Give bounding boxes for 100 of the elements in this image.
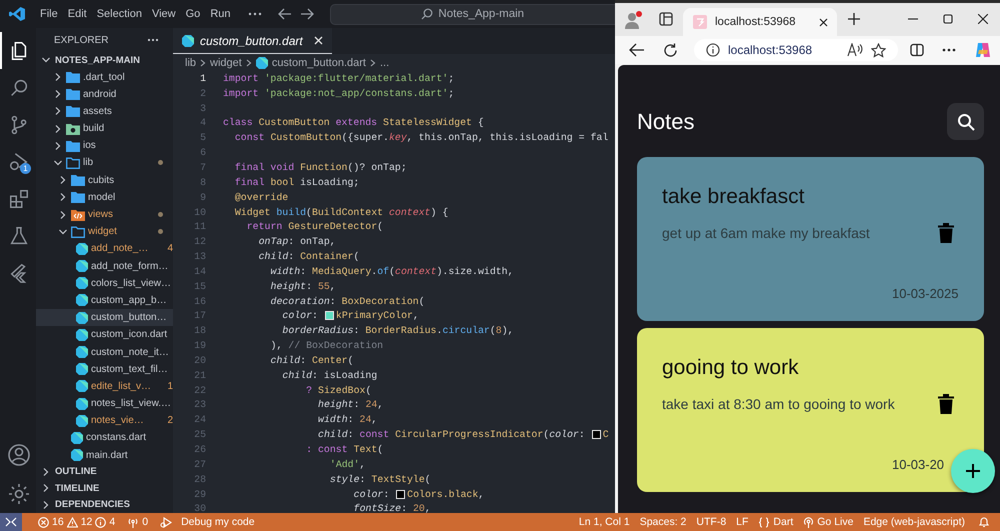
forward-arrow-icon[interactable]	[300, 8, 314, 20]
line-number: 5	[199, 132, 206, 144]
dart-file-icon	[182, 34, 194, 46]
search-icon	[421, 8, 434, 20]
explorer-folder-entry[interactable]: cubits	[36, 172, 173, 189]
explorer-folder-entry[interactable]: widget	[36, 223, 173, 240]
code-text: color:	[282, 310, 319, 322]
more-icon[interactable]	[147, 38, 159, 42]
bell-icon[interactable]	[978, 516, 990, 528]
status-item[interactable]: Dart	[753, 516, 798, 528]
menu-bar-item[interactable]: View	[146, 5, 181, 23]
line-number: 27	[193, 458, 206, 470]
code-text: @override	[234, 192, 288, 203]
dart-file-icon	[76, 346, 88, 358]
explorer-source-entry[interactable]: notes_list_view.…	[36, 394, 173, 412]
breadcrumb-item[interactable]: widget	[210, 56, 242, 68]
status-item[interactable]: Ln 1, Col 1	[574, 516, 635, 528]
explorer-source-entry[interactable]: edite_list_v… 1	[36, 378, 173, 395]
browser-tab[interactable]: localhost:53968	[683, 8, 837, 36]
debug-button[interactable]: Debug my code	[154, 516, 261, 528]
back-arrow-icon[interactable]	[629, 43, 645, 57]
folder-icon	[66, 156, 80, 169]
editor-tab[interactable]: custom_button.dart	[173, 28, 332, 54]
breadcrumb-item[interactable]: custom_button.dart	[272, 56, 366, 68]
breadcrumb-item[interactable]: ...	[380, 56, 390, 68]
ports-button[interactable]: 0	[121, 516, 154, 528]
back-arrow-icon[interactable]	[278, 8, 292, 20]
line-number: 11	[193, 221, 206, 232]
note-date: 10-03-20	[892, 457, 946, 472]
dart-file-icon	[76, 242, 88, 255]
trash-icon[interactable]	[938, 394, 954, 414]
breadcrumb-item[interactable]: lib	[185, 56, 196, 68]
explorer-source-entry[interactable]: custom_note_it…	[36, 343, 173, 361]
status-item[interactable]: UTF-8	[691, 516, 732, 528]
section-header[interactable]: TIMELINE	[36, 480, 173, 497]
copilot-icon[interactable]	[974, 41, 992, 59]
maximize-icon[interactable]	[943, 14, 953, 24]
code-text: class CustomButton extends StatelessWidget {	[223, 117, 484, 128]
section-header[interactable]: DEPENDENCIES	[36, 496, 173, 513]
section-header[interactable]: OUTLINE	[36, 464, 173, 480]
braces-icon	[758, 516, 770, 528]
folder-icon	[71, 226, 85, 238]
note-card[interactable]: gooing to work take taxi at 8:30 am to gooing to work 10-03-20	[637, 328, 984, 492]
chevron-right-icon	[370, 58, 376, 66]
dart-file-icon	[76, 328, 88, 341]
explorer-source-entry[interactable]: colors_list_view…	[36, 274, 173, 292]
add-note-button[interactable]	[951, 449, 995, 493]
problems-button[interactable]: 16 12 4	[32, 516, 122, 528]
explorer-source-entry[interactable]: add_note_form…	[36, 257, 173, 275]
status-item[interactable]: Edge (web-javascript)	[858, 516, 970, 528]
menu-bar-item[interactable]: Selection	[92, 5, 147, 23]
code-text: : const Text(	[306, 444, 384, 456]
menu-bar-item[interactable]: Run	[205, 5, 236, 23]
explorer-source-entry[interactable]: constans.dart	[36, 429, 173, 447]
explorer-folder-entry[interactable]: model	[36, 188, 173, 206]
remote-button[interactable]	[0, 513, 22, 531]
explorer-folder-entry[interactable]: assets	[36, 102, 173, 120]
explorer-folder-entry[interactable]: views	[36, 206, 173, 224]
section-header[interactable]: NOTES_APP-MAIN	[36, 52, 173, 68]
menu-bar-item[interactable]: Edit	[62, 5, 92, 23]
explorer-folder-entry[interactable]: lib	[36, 154, 173, 172]
line-number: 4	[199, 117, 206, 128]
more-icon[interactable]	[248, 12, 262, 16]
note-card[interactable]: take breakfasct get up at 6am make my breakfast 10-03-2025	[637, 157, 984, 321]
explorer-folder-entry[interactable]: build	[36, 120, 173, 138]
search-button[interactable]	[947, 103, 984, 140]
explorer-source-entry[interactable]: notes_vie… 2	[36, 412, 173, 430]
status-item[interactable]: Spaces: 2	[634, 516, 692, 528]
dart-file-icon	[76, 398, 88, 410]
code-text: const CustomButton({super.key, this.onTap, this.isLoading = fal	[234, 132, 608, 144]
new-tab-plus-icon[interactable]	[847, 12, 861, 26]
command-center-search[interactable]: Notes_App-main	[330, 4, 615, 24]
tab-actions-icon[interactable]	[659, 12, 673, 26]
extensions-icon	[8, 188, 30, 210]
menu-bar-item[interactable]: Go	[180, 5, 206, 23]
close-icon[interactable]	[819, 18, 828, 26]
explorer-source-entry[interactable]: main.dart	[36, 446, 173, 464]
line-number: 13	[193, 251, 206, 262]
gear-folder-icon	[66, 122, 80, 135]
status-item[interactable]: Go Live	[798, 516, 858, 528]
split-screen-icon[interactable]	[910, 43, 924, 57]
close-icon[interactable]	[978, 14, 988, 24]
explorer-folder-entry[interactable]: .dart_tool	[36, 68, 173, 86]
explorer-folder-entry[interactable]: android	[36, 86, 173, 103]
address-bar[interactable]: localhost:53968	[694, 39, 898, 61]
more-icon[interactable]	[942, 48, 956, 52]
explorer-source-entry[interactable]: custom_icon.dart	[36, 326, 173, 344]
explorer-source-entry[interactable]: custom_button…	[36, 309, 173, 326]
code-text: color:	[354, 488, 390, 500]
explorer-source-entry[interactable]: add_note_… 4	[36, 240, 173, 258]
star-icon[interactable]	[871, 42, 886, 58]
reload-icon[interactable]	[663, 42, 678, 58]
menu-bar-item[interactable]: File	[35, 5, 63, 23]
code-text: final bool isLoading;	[234, 176, 360, 188]
explorer-folder-entry[interactable]: ios	[36, 137, 173, 154]
explorer-source-entry[interactable]: custom_text_fil…	[36, 360, 173, 378]
status-item[interactable]: LF	[731, 516, 754, 528]
folder-icon	[66, 140, 80, 152]
explorer-source-entry[interactable]: custom_app_b…	[36, 292, 173, 310]
read-aloud-icon[interactable]	[847, 43, 863, 57]
